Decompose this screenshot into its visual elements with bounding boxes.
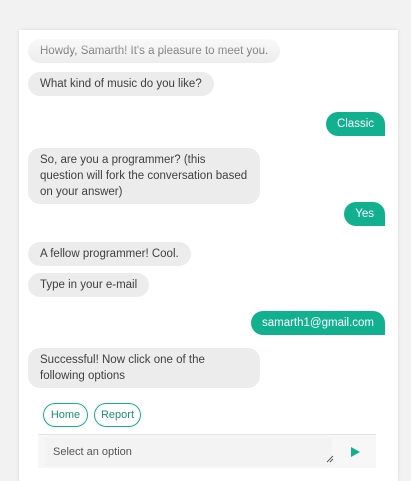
bot-message: Type in your e-mail: [28, 273, 150, 297]
bot-message: So, are you a programmer? (this question…: [28, 148, 260, 204]
chat-window: Howdy, Samarth! It's a pleasure to meet …: [19, 30, 398, 481]
chat-input[interactable]: [45, 438, 332, 466]
user-message: samarth1@gmail.com: [250, 311, 385, 335]
send-icon[interactable]: [346, 443, 364, 461]
bot-message: Successful! Now click one of the followi…: [28, 348, 260, 388]
chat-input-bar: [38, 434, 376, 468]
bot-message: A fellow programmer! Cool.: [28, 242, 191, 266]
option-report-button[interactable]: Report: [94, 403, 141, 427]
resize-grip-icon[interactable]: [326, 455, 334, 463]
user-message: Classic: [325, 112, 385, 136]
bot-message: What kind of music do you like?: [28, 72, 214, 96]
user-message: Yes: [344, 202, 385, 226]
bot-message: Howdy, Samarth! It's a pleasure to meet …: [28, 39, 281, 63]
option-home-button[interactable]: Home: [43, 403, 88, 427]
